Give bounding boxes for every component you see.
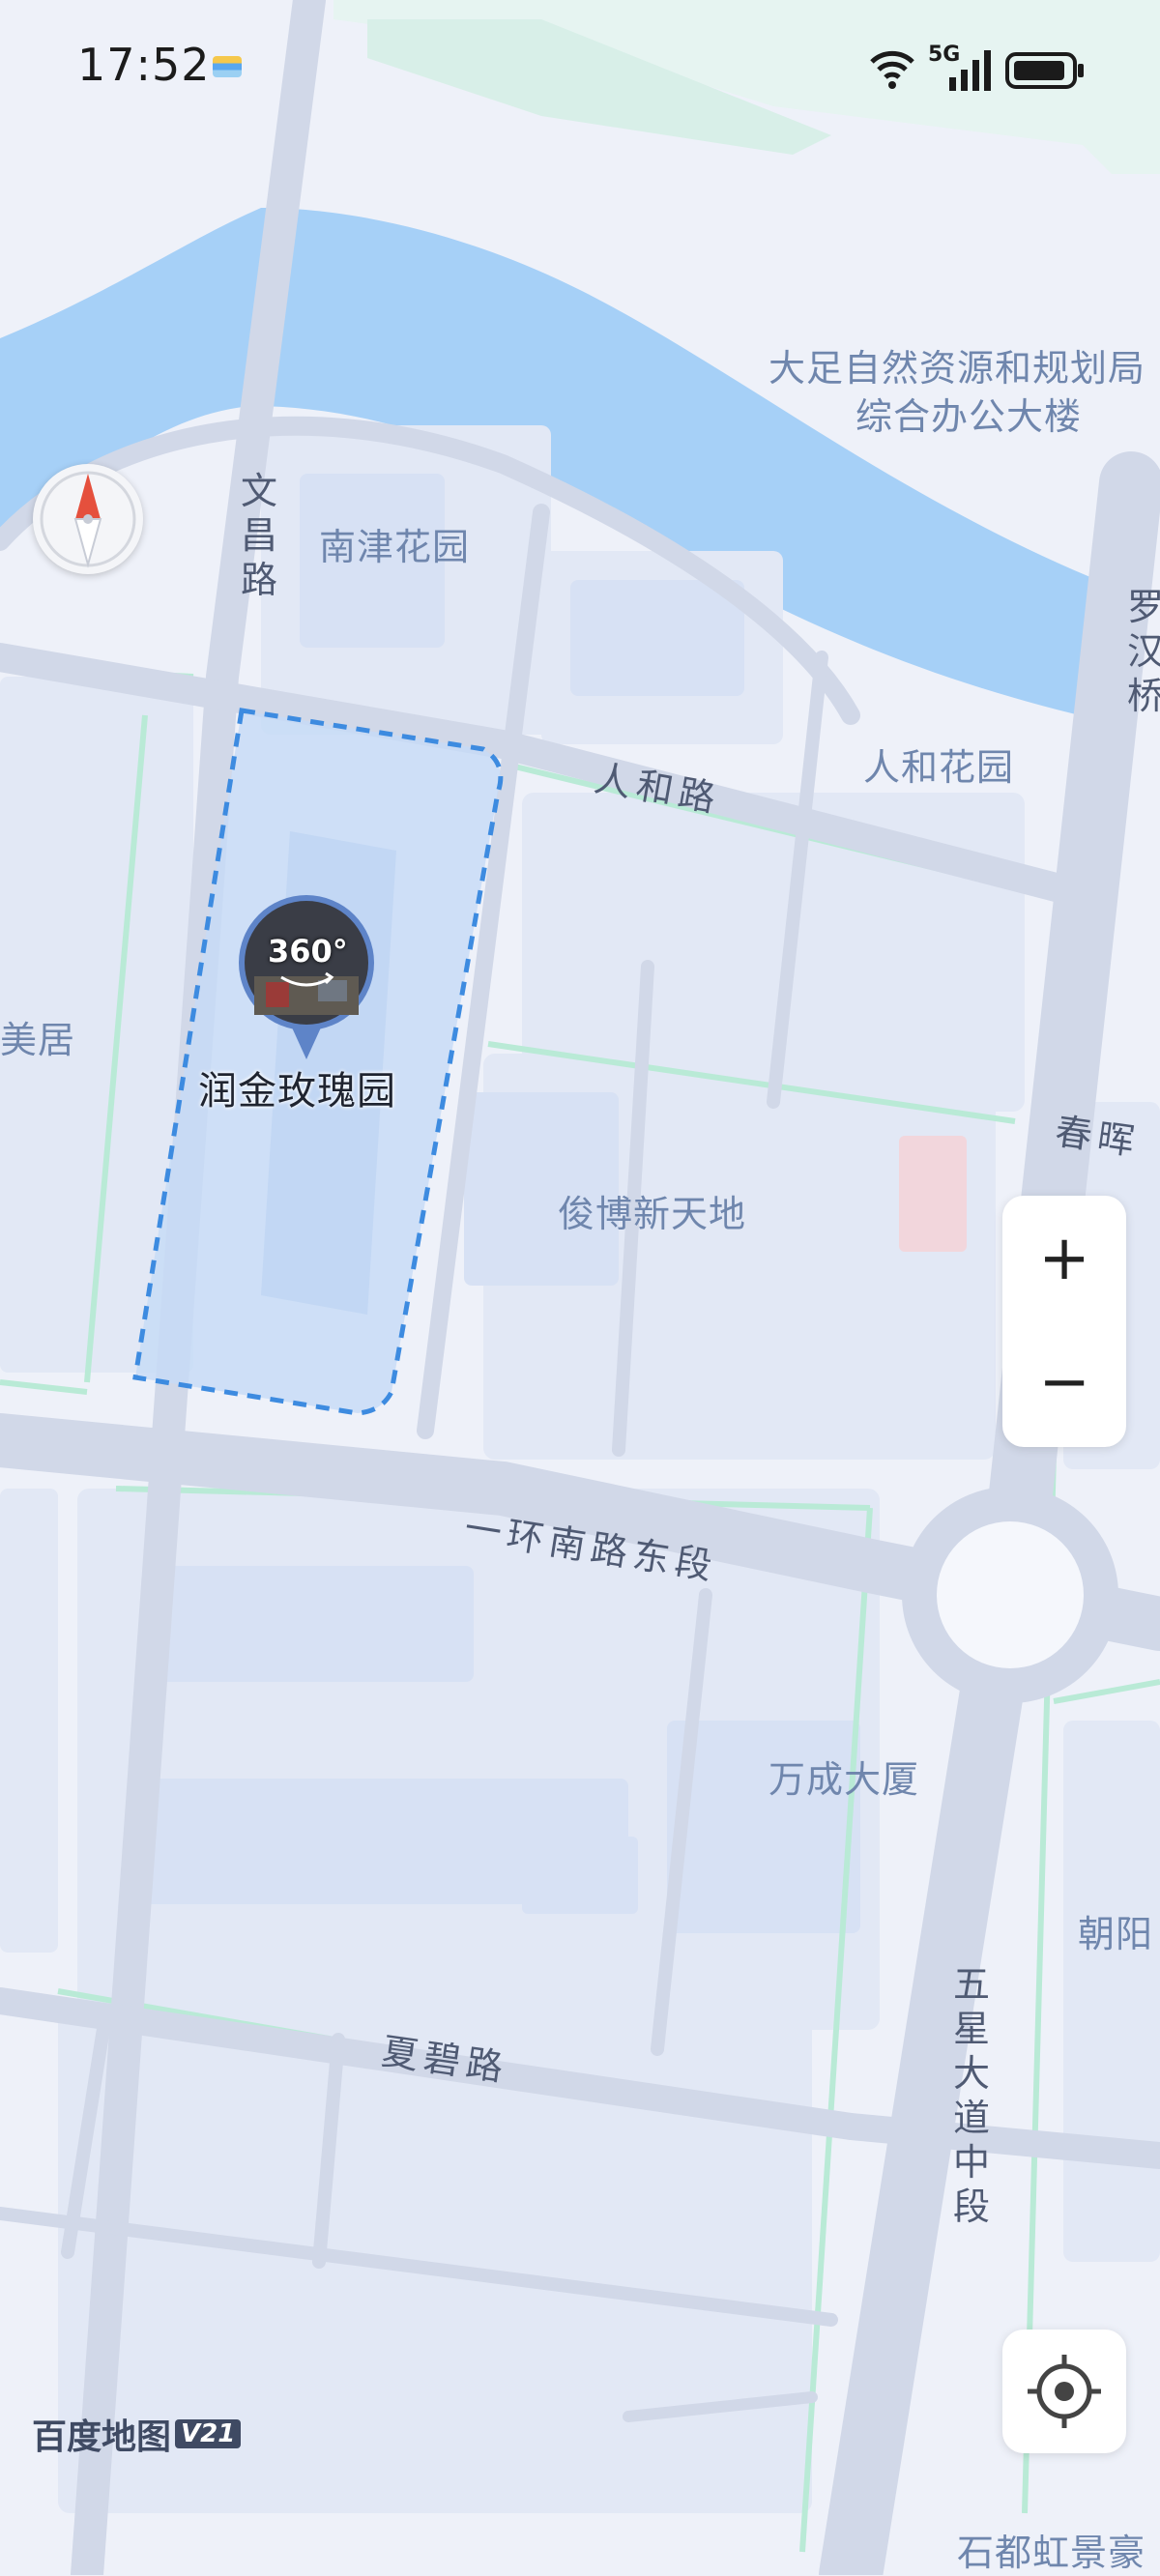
compass-icon[interactable] xyxy=(33,464,143,574)
road-label-wenchang: 文昌路 xyxy=(240,470,277,601)
status-time: 17:52 xyxy=(77,39,211,91)
notification-icon xyxy=(213,56,242,77)
locate-button[interactable] xyxy=(1002,2330,1126,2453)
poi-rotate-icon xyxy=(277,971,335,991)
wifi-icon xyxy=(868,44,916,93)
brand-version: V21 xyxy=(175,2419,242,2448)
place-label-chaoyang[interactable]: 朝阳 xyxy=(1078,1904,1153,1957)
place-label-nanjin[interactable]: 南津花园 xyxy=(319,517,470,570)
place-label-dazu-line2[interactable]: 综合办公大楼 xyxy=(856,387,1082,440)
zoom-in-button[interactable]: + xyxy=(1002,1196,1126,1321)
place-label-dazu[interactable]: 大足自然资源和规划局 xyxy=(768,338,1146,391)
zoom-out-button[interactable]: − xyxy=(1002,1321,1126,1447)
battery-icon xyxy=(1005,52,1087,89)
poi-360-badge: 360° xyxy=(268,933,348,970)
locate-icon xyxy=(1028,2355,1101,2428)
baidu-map-logo: 百度地图 V21 xyxy=(32,2413,242,2457)
road-label-luohan: 罗汉桥 xyxy=(1126,586,1160,717)
place-label-shidu[interactable]: 石都虹景豪 xyxy=(957,2523,1146,2576)
place-label-meiju[interactable]: 美居 xyxy=(0,1010,75,1063)
brand-name: 百度地图 xyxy=(32,2417,172,2457)
place-label-junbo[interactable]: 俊博新天地 xyxy=(558,1184,746,1237)
signal-icon xyxy=(949,50,994,91)
road-label-wuxing: 五星大道中段 xyxy=(952,1963,990,2228)
place-label-wancheng[interactable]: 万成大厦 xyxy=(768,1750,919,1803)
place-label-renhe-garden[interactable]: 人和花园 xyxy=(863,738,1014,791)
zoom-controls: + − xyxy=(1002,1196,1126,1447)
poi-name-label[interactable]: 润金玫瑰园 xyxy=(198,1059,396,1115)
